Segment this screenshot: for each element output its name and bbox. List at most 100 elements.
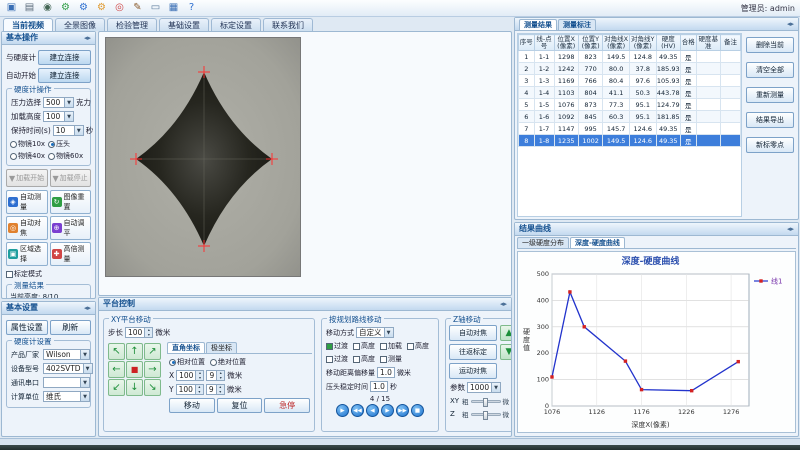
- turret-radio[interactable]: 物镜40x: [10, 151, 45, 161]
- main-tab-4[interactable]: 基础设置: [159, 18, 209, 31]
- panel-collapse-icon[interactable]: ◂▸: [500, 298, 507, 310]
- load-stop-button[interactable]: ▼加载停止: [50, 169, 92, 187]
- play-button[interactable]: ▶: [336, 404, 349, 417]
- main-tab-6[interactable]: 联系我们: [263, 18, 313, 31]
- table-row[interactable]: 71-71147995145.7124.649.35是: [519, 123, 741, 135]
- xy-speed-slider[interactable]: [471, 400, 501, 403]
- auto-measure-button[interactable]: ◈自动测量: [6, 190, 48, 214]
- table-row[interactable]: 61-6109284560.395.1181.85是: [519, 111, 741, 123]
- gear-run-icon[interactable]: ⚙: [58, 1, 73, 15]
- column-header[interactable]: 序号: [519, 35, 535, 51]
- column-header[interactable]: 合格: [680, 35, 696, 51]
- region-select-button[interactable]: ▣区域选择: [6, 242, 48, 266]
- delete-current-button[interactable]: 删除当前: [746, 37, 794, 53]
- image-reset-button[interactable]: ↻图像重置: [50, 190, 92, 214]
- turret-radio[interactable]: 物镜10x: [10, 139, 45, 149]
- x-distance-spinner[interactable]: 100▴▾: [176, 370, 204, 381]
- coord-tab-2[interactable]: 极坐标: [206, 342, 237, 353]
- stage-arrow-button[interactable]: ←: [108, 361, 125, 378]
- route-checkbox[interactable]: 过渡: [326, 354, 348, 364]
- settle-spinner[interactable]: 1.0: [370, 381, 388, 392]
- main-tab-5[interactable]: 标定设置: [211, 18, 261, 31]
- main-tab-3[interactable]: 检验管理: [107, 18, 157, 31]
- stage-arrow-button[interactable]: ↓: [126, 379, 143, 396]
- table-row[interactable]: 11-11298823149.5124.849.35是: [519, 51, 741, 63]
- setting-select[interactable]: 维氏▼: [43, 391, 90, 402]
- refresh-button[interactable]: 刷新: [50, 320, 92, 335]
- save-icon[interactable]: ▣: [4, 1, 19, 15]
- y-distance-spinner[interactable]: 100▴▾: [176, 384, 204, 395]
- pencil-icon[interactable]: ✎: [130, 1, 145, 15]
- column-header[interactable]: 硬度基准: [696, 35, 720, 51]
- panel-collapse-icon[interactable]: ◂▸: [787, 223, 794, 235]
- column-header[interactable]: 位置X(像素): [554, 35, 578, 51]
- emergency-stop-button[interactable]: 急停: [264, 398, 310, 413]
- table-row[interactable]: 81-812351002149.5124.649.35是: [519, 135, 741, 147]
- fast-forward-button[interactable]: ▶▶: [396, 404, 409, 417]
- position-mode-radio[interactable]: 相对位置: [169, 357, 205, 367]
- turret-radio[interactable]: 物镜60x: [48, 151, 83, 161]
- panel-collapse-icon[interactable]: ◂▸: [84, 32, 91, 44]
- target-icon[interactable]: ◎: [112, 1, 127, 15]
- z-up-button[interactable]: ▲: [500, 325, 511, 341]
- stage-arrow-button[interactable]: ↑: [126, 343, 143, 360]
- move-mode-select[interactable]: 自定义▼: [356, 327, 394, 338]
- main-tab-1[interactable]: 当前视频: [3, 18, 53, 31]
- panel-collapse-icon[interactable]: ◂▸: [787, 18, 794, 30]
- route-checkbox[interactable]: 高度: [407, 341, 429, 351]
- property-settings-button[interactable]: 属性设置: [6, 320, 48, 335]
- z-down-button[interactable]: ▼: [500, 344, 511, 360]
- rewind-button[interactable]: ◀◀: [351, 404, 364, 417]
- column-header[interactable]: 位置Y(像素): [578, 35, 602, 51]
- y-multiplier-spinner[interactable]: 9▴▾: [206, 384, 225, 395]
- stage-arrow-button[interactable]: ↘: [144, 379, 161, 396]
- table-row[interactable]: 41-4110380441.150.3443.78是: [519, 87, 741, 99]
- route-checkbox[interactable]: 高度: [353, 354, 375, 364]
- setting-select[interactable]: ▼: [43, 377, 90, 388]
- spin-down-icon[interactable]: ▾: [145, 333, 152, 338]
- motion-focus-button[interactable]: 运动对焦: [449, 363, 497, 379]
- route-checkbox[interactable]: 高度: [353, 341, 375, 351]
- table-row[interactable]: 31-3116976680.497.6105.93是: [519, 75, 741, 87]
- stage-arrow-button[interactable]: ↖: [108, 343, 125, 360]
- offset-spinner[interactable]: 1.0: [377, 367, 395, 378]
- table-row[interactable]: 21-2124277080.037.8185.93是: [519, 63, 741, 75]
- gear-config-icon[interactable]: ⚙: [76, 1, 91, 15]
- column-header[interactable]: 备注: [720, 35, 740, 51]
- chart-tab-1[interactable]: 一级硬度分布: [517, 237, 569, 248]
- hold-time-select[interactable]: 10▼: [53, 125, 84, 136]
- remeasure-button[interactable]: 重新测量: [746, 87, 794, 103]
- stage-stop-button[interactable]: ■: [126, 361, 143, 378]
- results-tab-1[interactable]: 测量结果: [519, 19, 557, 30]
- auto-focus-tool-button[interactable]: ◎自动对焦: [6, 216, 48, 240]
- main-tab-2[interactable]: 全景图像: [55, 18, 105, 31]
- auto-focus-button[interactable]: 自动对焦: [449, 325, 497, 341]
- position-mode-radio[interactable]: 绝对位置: [210, 357, 246, 367]
- column-header[interactable]: 线-点号: [534, 35, 554, 51]
- route-checkbox[interactable]: 加载: [380, 341, 402, 351]
- reset-button[interactable]: 复位: [217, 398, 263, 413]
- move-button[interactable]: 移动: [169, 398, 215, 413]
- force-select[interactable]: 500▼: [43, 97, 74, 108]
- setting-select[interactable]: Wilson▼: [43, 349, 90, 360]
- gear-tools-icon[interactable]: ⚙: [94, 1, 109, 15]
- route-checkbox[interactable]: 过渡: [326, 341, 348, 351]
- slider-thumb[interactable]: [483, 411, 488, 420]
- clear-all-button[interactable]: 清空全部: [746, 62, 794, 78]
- z-speed-slider[interactable]: [471, 413, 501, 416]
- auto-level-button[interactable]: ⊕自动调平: [50, 216, 92, 240]
- ruler-icon[interactable]: ▭: [148, 1, 163, 15]
- x-multiplier-spinner[interactable]: 9▴▾: [206, 370, 225, 381]
- step-spinner[interactable]: 100▴▾: [125, 327, 153, 338]
- height-select[interactable]: 100▼: [43, 111, 74, 122]
- new-zero-button[interactable]: 新标零点: [746, 137, 794, 153]
- slider-thumb[interactable]: [483, 398, 488, 407]
- spin-down-icon[interactable]: ▾: [196, 376, 203, 381]
- grid-icon[interactable]: ▦: [166, 1, 181, 15]
- coord-tab-1[interactable]: 直角坐标: [167, 342, 205, 353]
- panel-collapse-icon[interactable]: ◂▸: [84, 302, 91, 314]
- setting-select[interactable]: 402SVTD▼: [43, 363, 93, 374]
- route-checkbox[interactable]: 测量: [380, 354, 402, 364]
- print-icon[interactable]: ▤: [22, 1, 37, 15]
- results-tab-2[interactable]: 测量标注: [558, 19, 596, 30]
